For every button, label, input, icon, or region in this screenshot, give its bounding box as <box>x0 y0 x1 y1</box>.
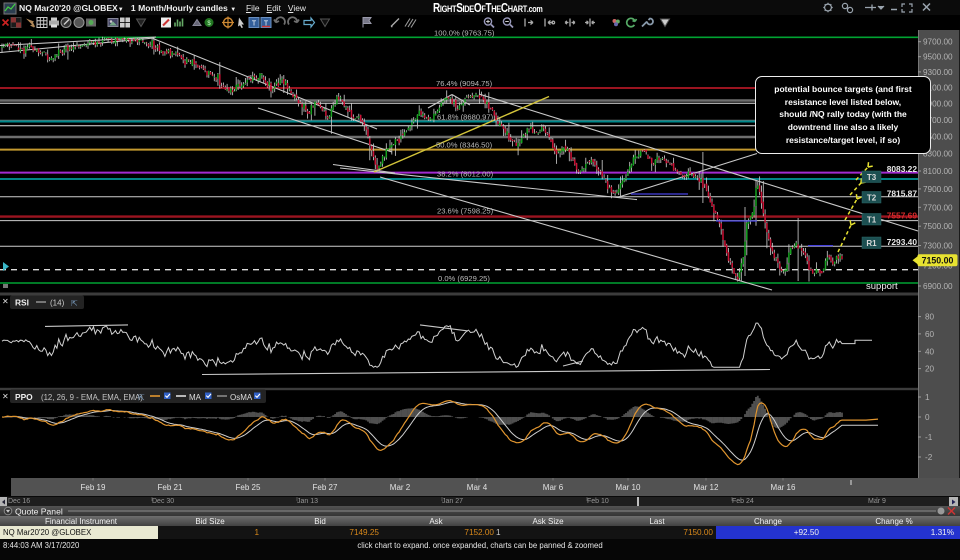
svg-text:7150.00: 7150.00 <box>922 256 954 266</box>
svg-text:100.0% (9763.75): 100.0% (9763.75) <box>434 30 495 38</box>
svg-text:6900.00: 6900.00 <box>923 282 953 291</box>
svg-text:80: 80 <box>925 313 935 322</box>
svg-text:T: T <box>252 21 257 28</box>
svg-text:✕: ✕ <box>2 392 9 401</box>
svg-text:T1: T1 <box>867 216 877 225</box>
svg-text:R1: R1 <box>866 239 877 248</box>
svg-text:(14): (14) <box>50 299 65 308</box>
svg-text:Quote Panel: Quote Panel <box>15 506 63 516</box>
svg-text:7557.69: 7557.69 <box>887 211 918 221</box>
svg-text:-1: -1 <box>925 433 933 442</box>
svg-text:T2: T2 <box>867 194 877 203</box>
svg-text:(12, 26, 9 - EMA, EMA, EMA): (12, 26, 9 - EMA, EMA, EMA) <box>41 393 143 402</box>
svg-text:RSI: RSI <box>15 298 29 308</box>
svg-text:MA: MA <box>189 393 202 402</box>
svg-text:7500.00: 7500.00 <box>923 222 953 231</box>
svg-text:9300.00: 9300.00 <box>923 68 953 77</box>
svg-text:7293.40: 7293.40 <box>887 237 918 247</box>
svg-text:8083.22: 8083.22 <box>887 164 918 174</box>
svg-text:0.0% (6929.25): 0.0% (6929.25) <box>438 274 490 283</box>
svg-text:⇱: ⇱ <box>71 299 78 308</box>
svg-text:7900.00: 7900.00 <box>923 185 953 194</box>
svg-text:0: 0 <box>925 413 930 422</box>
svg-text:60: 60 <box>925 330 935 339</box>
svg-text:38.2% (8012.00): 38.2% (8012.00) <box>437 170 494 179</box>
svg-text:OsMA: OsMA <box>230 393 253 402</box>
svg-text:8100.00: 8100.00 <box>923 167 953 176</box>
svg-text:T3: T3 <box>867 173 877 182</box>
svg-text:7815.87: 7815.87 <box>887 189 918 199</box>
svg-text:40: 40 <box>925 347 935 356</box>
svg-text:7300.00: 7300.00 <box>923 242 953 251</box>
svg-text:9700.00: 9700.00 <box>923 38 953 47</box>
svg-text:7700.00: 7700.00 <box>923 203 953 212</box>
svg-text:76.4% (9094.75): 76.4% (9094.75) <box>436 79 493 88</box>
svg-text:20: 20 <box>925 365 935 374</box>
svg-text:⇱: ⇱ <box>138 393 145 402</box>
svg-text:✕: ✕ <box>2 297 9 306</box>
svg-text:50.0% (8346.50): 50.0% (8346.50) <box>436 141 493 150</box>
svg-text:9500.00: 9500.00 <box>923 53 953 62</box>
svg-text:23.6% (7598.25): 23.6% (7598.25) <box>437 207 494 216</box>
svg-text:61.8% (8680.97): 61.8% (8680.97) <box>437 113 494 122</box>
svg-text:PPO: PPO <box>15 392 33 402</box>
svg-text:-2: -2 <box>925 453 933 462</box>
svg-text:support: support <box>866 281 898 292</box>
svg-text:1: 1 <box>925 393 930 402</box>
